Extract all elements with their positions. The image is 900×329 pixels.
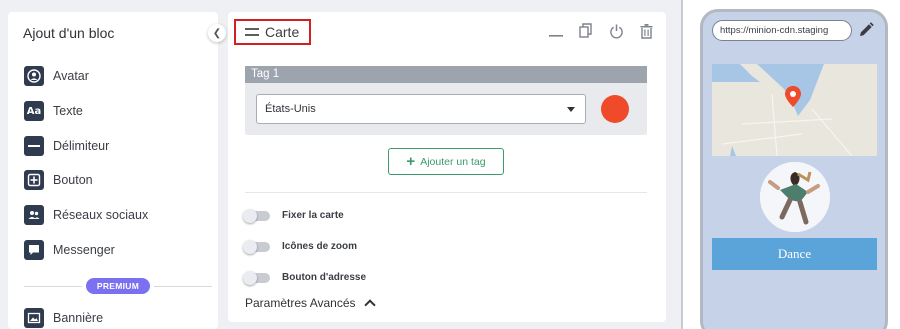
map-block-panel: Carte Tag 1 États-Unis + Ajouter un tag … [228,12,666,322]
block-item-avatar[interactable]: Avatar [24,59,214,94]
block-item-social[interactable]: Réseaux sociaux [24,198,214,233]
divider-icon [24,135,44,156]
block-item-label: Messenger [53,242,115,257]
pencil-icon[interactable] [857,21,875,39]
panel-title: Carte [265,24,300,40]
divider-line [24,285,82,287]
add-tag-label: Ajouter un tag [420,155,486,168]
premium-separator: PREMIUM [24,276,212,296]
toggle-label: Icônes de zoom [282,241,358,252]
chevron-up-icon [363,299,376,311]
premium-badge: PREMIUM [85,278,151,294]
block-item-text[interactable]: Aa Texte [24,94,214,129]
map-preview[interactable] [712,64,877,156]
premium-block-list: Bannière [24,301,214,329]
country-select[interactable]: États-Unis [256,94,586,124]
plus-icon: + [406,153,416,170]
text-icon: Aa [24,101,44,122]
toggle-switch[interactable] [243,270,270,285]
block-item-label: Délimiteur [53,138,110,153]
advanced-settings-toggle[interactable]: Paramètres Avancés [245,296,376,311]
block-item-button[interactable]: Bouton [24,163,214,198]
collapse-sidebar-button[interactable]: ❮ [208,24,226,42]
chevron-left-icon: ❮ [212,27,222,39]
advanced-settings-label: Paramètres Avancés [245,296,356,310]
caret-down-icon [567,107,575,112]
preview-dance-button[interactable]: Dance [712,238,877,270]
block-item-label: Bouton [53,173,93,188]
toggle-label: Fixer la carte [282,210,344,221]
sidebar-title: Ajout d'un bloc [23,25,115,41]
block-item-label: Texte [53,104,83,119]
block-list: Avatar Aa Texte Délimiteur Bouton Réseau… [24,59,214,267]
block-item-label: Avatar [53,69,89,84]
block-item-banner[interactable]: Bannière [24,301,214,329]
panel-actions [548,23,654,39]
toggle-address-button[interactable]: Bouton d'adresse [243,270,367,285]
panel-drag-handle[interactable]: Carte [234,19,311,45]
minimize-icon[interactable] [548,23,564,39]
avatar-preview [760,162,830,232]
block-sidebar: Ajout d'un bloc ❮ Avatar Aa Texte Délimi… [8,12,226,329]
toggle-zoom-icons[interactable]: Icônes de zoom [243,239,358,254]
country-select-value: États-Unis [265,103,316,115]
preview-url-bar[interactable]: https://minion-cdn.staging [712,20,852,41]
toggle-switch[interactable] [243,239,270,254]
chat-bubble-icon [24,239,44,260]
toggle-label: Bouton d'adresse [282,272,367,283]
block-item-label: Réseaux sociaux [53,208,149,223]
tag-header: Tag 1 [245,66,647,83]
duplicate-icon[interactable] [578,23,594,39]
phone-preview: https://minion-cdn.staging Dance [700,9,888,329]
toggle-fix-map[interactable]: Fixer la carte [243,208,344,223]
block-item-divider[interactable]: Délimiteur [24,128,214,163]
trash-icon[interactable] [638,23,654,39]
tag-color-picker[interactable] [601,95,629,123]
power-icon[interactable] [608,23,624,39]
divider-line [154,285,212,287]
image-icon [24,308,44,329]
plus-square-icon [24,170,44,191]
block-item-label: Bannière [53,311,104,326]
people-icon [24,205,44,226]
tag-card: Tag 1 États-Unis [245,66,647,135]
toggle-switch[interactable] [243,208,270,223]
avatar-icon [24,66,44,87]
section-divider [245,192,647,193]
block-item-messenger[interactable]: Messenger [24,232,214,267]
add-tag-button[interactable]: + Ajouter un tag [388,148,504,175]
drag-handle-icon [245,28,259,36]
